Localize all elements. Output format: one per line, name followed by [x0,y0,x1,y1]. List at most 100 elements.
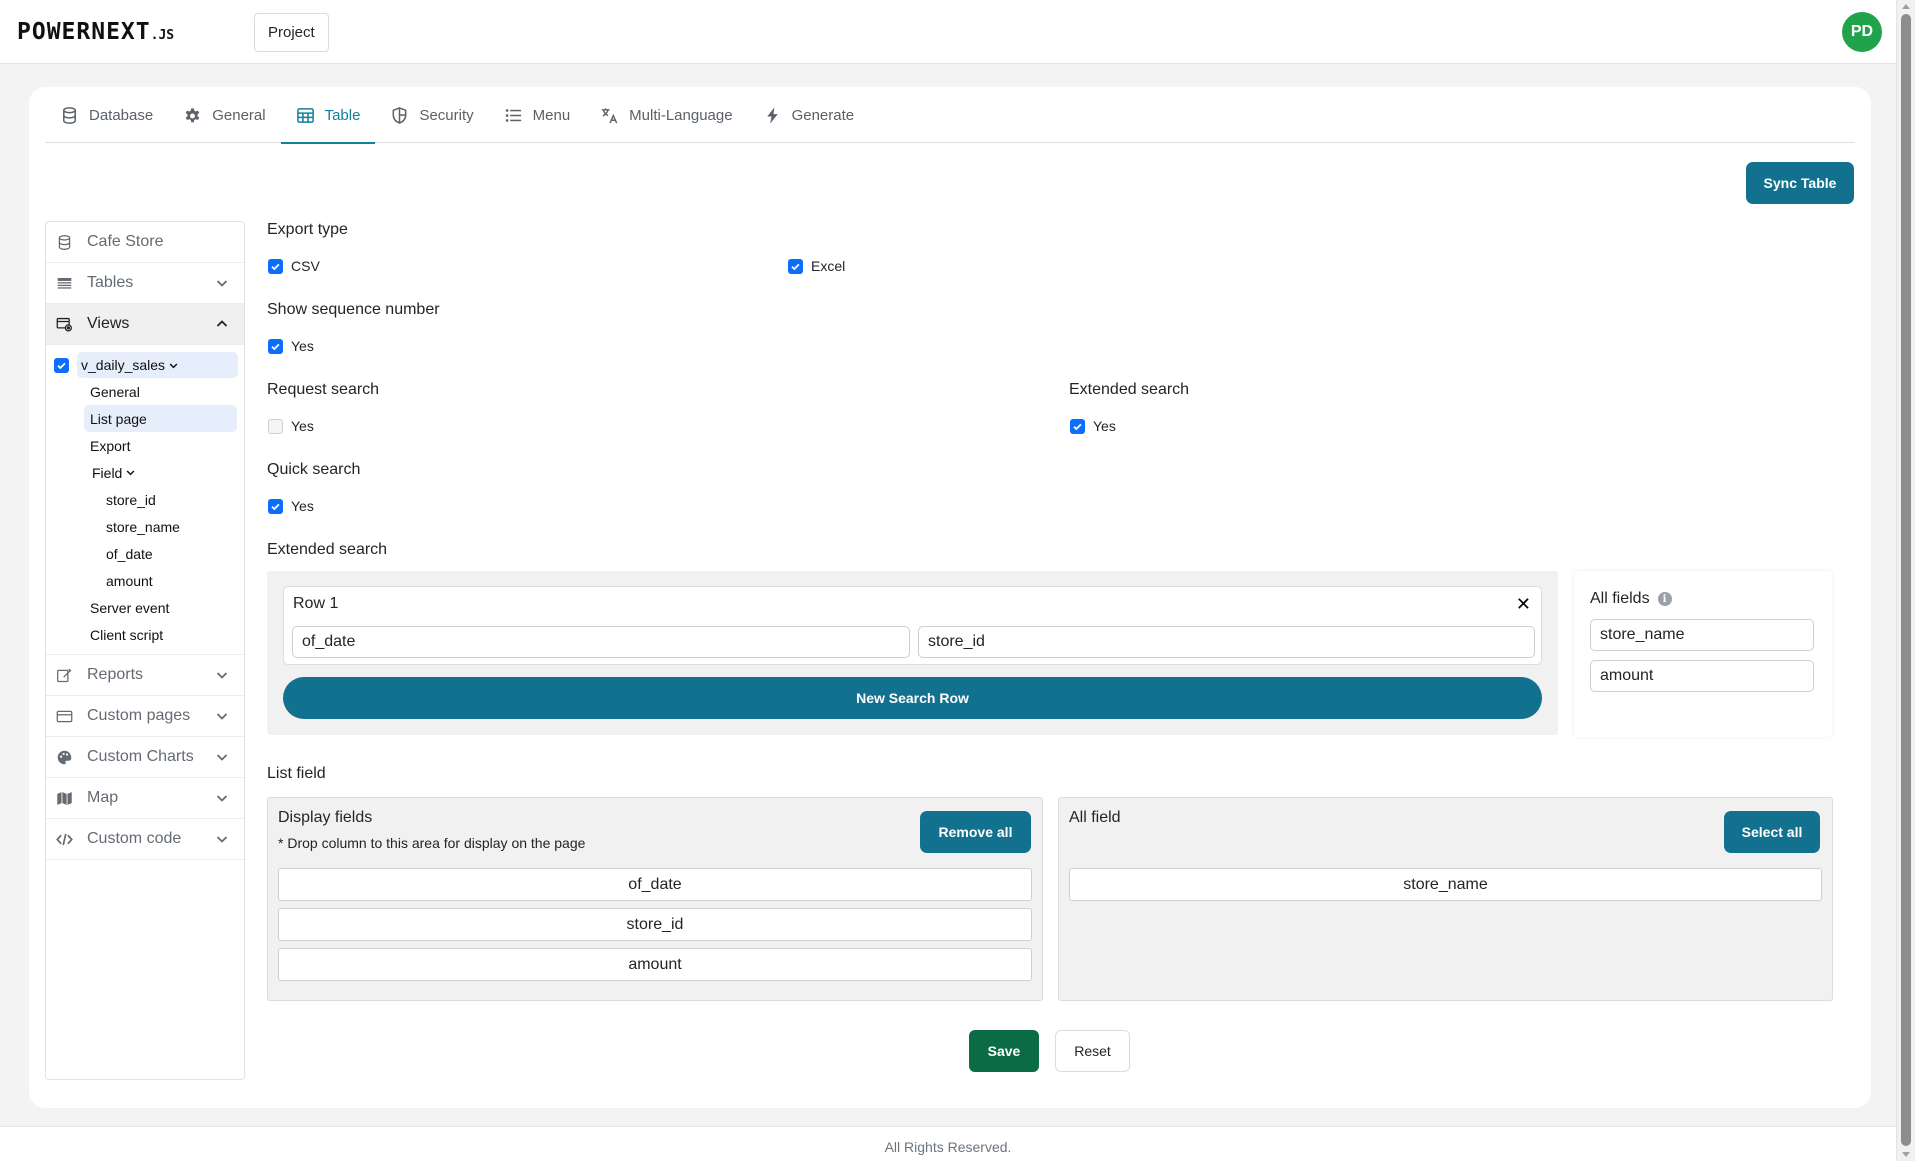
chevron-down-icon [216,713,228,720]
project-button[interactable]: Project [254,13,329,52]
scroll-down-icon[interactable] [1902,1152,1910,1157]
sidebar-item-label: Map [87,789,119,806]
show-sequence-option[interactable]: Yes [268,338,314,354]
extended-search-option[interactable]: Yes [1070,418,1116,434]
sidebar-item-custom-pages[interactable]: Custom pages [46,696,244,737]
views-icon [56,317,72,332]
select-all-button[interactable]: Select all [1724,811,1820,853]
remove-all-button[interactable]: Remove all [920,811,1031,853]
csv-option[interactable]: CSV [268,258,320,274]
app-logo[interactable]: POWERNEXT.JS [17,18,174,50]
chevron-down-icon [216,795,228,802]
extended-search-section-label: Extended search [267,541,388,558]
save-button[interactable]: Save [969,1030,1039,1072]
shield-icon [393,106,407,124]
list-field-label: List field [267,765,326,782]
code-icon [56,833,73,845]
tab-general[interactable]: General [168,87,280,143]
tree-item-export[interactable]: Export [84,432,237,459]
sync-table-button[interactable]: Sync Table [1746,162,1854,204]
tree-item-field[interactable]: Field [86,459,237,486]
search-row-title: Row 1 [293,595,339,612]
sidebar-item-tables[interactable]: Tables [46,263,244,304]
tab-table[interactable]: Table [280,87,376,144]
csv-checkbox[interactable] [268,258,283,274]
card-icon [56,710,73,722]
tree-view-label[interactable]: v_daily_sales [77,352,238,378]
all-fields-title: All fields i [1590,590,1672,608]
display-fields-panel: Display fields * Drop column to this are… [267,797,1043,1001]
edit-icon [57,668,72,682]
table-icon [57,277,72,289]
tab-multi-language[interactable]: Multi-Language [585,87,747,143]
request-search-checkbox[interactable] [268,418,283,434]
check-icon [57,362,66,369]
view-checkbox[interactable] [54,357,69,373]
page-scrollbar[interactable] [1896,0,1915,1161]
all-fields-panel: All fields i store_name amount [1574,571,1832,737]
tree-item-general[interactable]: General [84,378,237,405]
tab-generate[interactable]: Generate [748,87,870,143]
avatar[interactable]: PD [1842,12,1882,52]
info-icon[interactable]: i [1657,592,1672,606]
excel-option[interactable]: Excel [788,258,845,274]
reset-button[interactable]: Reset [1055,1030,1130,1072]
show-sequence-checkbox[interactable] [268,338,283,354]
tree-field-store-name[interactable]: store_name [106,513,244,540]
views-tree: v_daily_sales General List page Export F… [46,345,244,655]
check-icon [271,503,280,510]
tree-view-root[interactable]: v_daily_sales [54,352,238,378]
display-fields-title: Display fields [278,809,373,826]
chevron-down-icon [126,470,135,476]
display-field-item[interactable]: amount [278,948,1032,981]
check-icon [1073,423,1082,430]
search-row-field[interactable]: store_id [918,626,1535,658]
sidebar-item-label: Views [87,315,130,332]
excel-checkbox[interactable] [788,258,803,274]
tab-database[interactable]: Database [45,87,168,143]
available-field[interactable]: store_name [1590,619,1814,651]
close-icon[interactable]: ✕ [1516,594,1531,614]
tab-security[interactable]: Security [375,87,488,143]
scrollbar-thumb[interactable] [1901,14,1911,1146]
display-fields-hint: * Drop column to this area for display o… [278,835,586,851]
quick-search-option[interactable]: Yes [268,498,314,514]
sidebar-item-map[interactable]: Map [46,778,244,819]
extended-search-checkbox[interactable] [1070,418,1085,434]
sidebar-item-label: Tables [87,274,134,291]
available-field[interactable]: amount [1590,660,1814,692]
chevron-down-icon [216,672,228,679]
tree-item-server-event[interactable]: Server event [84,594,237,621]
tree-field-store-id[interactable]: store_id [106,486,244,513]
database-icon [63,106,76,124]
chevron-down-icon [169,362,178,368]
request-search-option[interactable]: Yes [268,418,314,434]
tab-menu[interactable]: Menu [489,87,586,143]
tree-item-list-page[interactable]: List page [84,405,237,432]
tree-field-of-date[interactable]: of_date [106,540,244,567]
search-row-field[interactable]: of_date [292,626,910,658]
display-field-item[interactable]: of_date [278,868,1032,901]
tree-field-amount[interactable]: amount [106,567,244,594]
sidebar-item-custom-code[interactable]: Custom code [46,819,244,860]
sidebar-item-project[interactable]: Cafe Store [46,222,244,263]
chevron-down-icon [216,280,228,287]
palette-icon [57,750,72,764]
chevron-up-icon [216,320,228,327]
display-field-item[interactable]: store_id [278,908,1032,941]
lightning-icon [766,106,778,124]
sidebar-item-custom-charts[interactable]: Custom Charts [46,737,244,778]
tree-item-client-script[interactable]: Client script [84,621,237,648]
request-search-label: Request search [267,381,380,398]
new-search-row-button[interactable]: New Search Row [283,677,1542,719]
sidebar-item-reports[interactable]: Reports [46,655,244,696]
all-field-item[interactable]: store_name [1069,868,1822,901]
tab-bar: Database General Table Security Menu Mul… [45,87,1855,144]
sidebar-item-label: Cafe Store [87,233,164,250]
translate-icon [602,107,618,123]
table-icon [296,107,314,123]
list-icon [505,108,521,122]
scroll-up-icon[interactable] [1902,4,1910,9]
sidebar-item-views[interactable]: Views [46,304,244,345]
quick-search-checkbox[interactable] [268,498,283,514]
